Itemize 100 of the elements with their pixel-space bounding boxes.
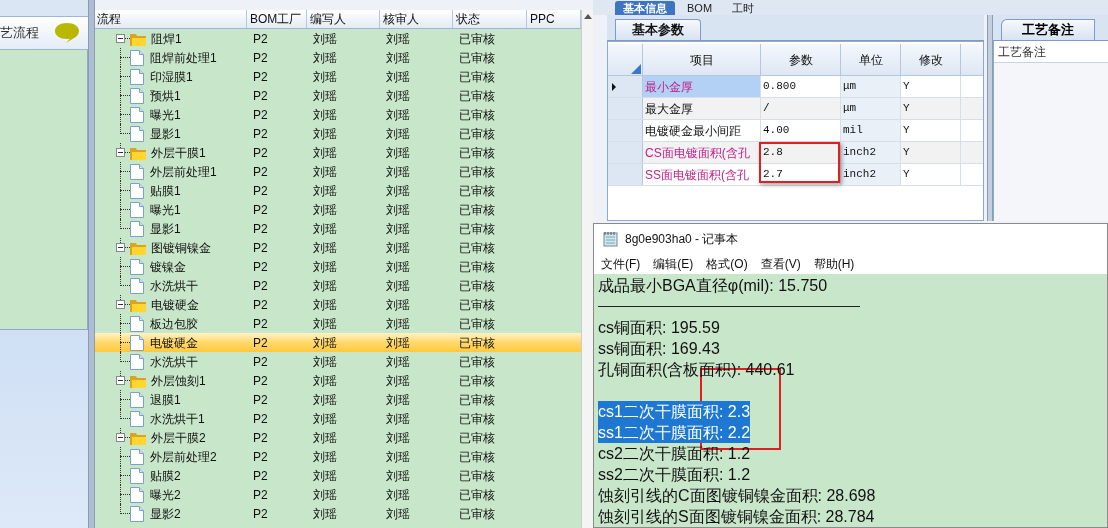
parameters-tab[interactable]: 基本参数 — [615, 19, 701, 40]
tree-row[interactable]: 曝光2 P2 刘瑶 刘瑶 已审核 — [95, 485, 581, 504]
tab[interactable]: 基本信息 — [615, 1, 675, 15]
tree-label[interactable]: 镀镍金 — [150, 257, 186, 276]
text-line: 蚀刻引线的C面图镀铜镍金面积: 28.698 — [598, 486, 876, 506]
collapse-icon[interactable] — [116, 34, 125, 43]
table-cell-text: 已审核 — [459, 30, 495, 48]
folder-icon — [130, 31, 146, 46]
menu-item[interactable]: 帮助(H) — [813, 254, 855, 273]
tree-label[interactable]: 曝光1 — [150, 200, 181, 219]
tree-row[interactable]: 水洗烘干1 P2 刘瑶 刘瑶 已审核 — [95, 409, 581, 428]
table-cell-text: P2 — [253, 372, 268, 390]
tree-row[interactable]: 板边包胶 P2 刘瑶 刘瑶 已审核 — [95, 314, 581, 333]
menu-item[interactable]: 编辑(E) — [653, 254, 694, 273]
tree-label[interactable]: 电镀硬金 — [151, 295, 199, 314]
tree-row[interactable]: 曝光1 P2 刘瑶 刘瑶 已审核 — [95, 105, 581, 124]
table-cell-text: 已审核 — [459, 239, 495, 257]
column-header[interactable]: 流程 — [95, 10, 247, 28]
tree-label[interactable]: 图镀铜镍金 — [151, 238, 211, 257]
column-header[interactable]: 修改 — [901, 44, 961, 75]
table-cell-text: 已审核 — [459, 220, 495, 238]
column-header[interactable]: 核审人 — [380, 10, 453, 28]
tree-label[interactable]: 显影2 — [150, 504, 181, 523]
table-cell-text: 刘瑶 — [313, 467, 337, 485]
table-cell-text: 刘瑶 — [313, 315, 337, 333]
folder-icon — [130, 297, 146, 312]
tree-row[interactable]: 水洗烘干 P2 刘瑶 刘瑶 已审核 — [95, 352, 581, 371]
tab[interactable]: 工时 — [724, 1, 763, 15]
tree-row[interactable]: 电镀硬金 P2 刘瑶 刘瑶 已审核 — [95, 333, 581, 352]
tree-row[interactable]: 阻焊前处理1 P2 刘瑶 刘瑶 已审核 — [95, 48, 581, 67]
tree-row[interactable]: 外层蚀刻1 P2 刘瑶 刘瑶 已审核 — [95, 371, 581, 390]
tree-label[interactable]: 贴膜1 — [150, 181, 181, 200]
tree-label[interactable]: 贴膜2 — [150, 466, 181, 485]
tree-row[interactable]: 水洗烘干 P2 刘瑶 刘瑶 已审核 — [95, 276, 581, 295]
select-all-icon[interactable] — [631, 64, 641, 74]
collapse-icon[interactable] — [116, 148, 125, 157]
tree-label[interactable]: 外层前处理1 — [150, 162, 217, 181]
folder-icon — [130, 430, 146, 445]
table-cell-text: 刘瑶 — [313, 296, 337, 314]
tree-row[interactable]: 退膜1 P2 刘瑶 刘瑶 已审核 — [95, 390, 581, 409]
column-header[interactable]: 状态 — [453, 10, 527, 28]
tree-row[interactable]: 图镀铜镍金 P2 刘瑶 刘瑶 已审核 — [95, 238, 581, 257]
tree-row[interactable]: 贴膜1 P2 刘瑶 刘瑶 已审核 — [95, 181, 581, 200]
tree-row[interactable]: 印湿膜1 P2 刘瑶 刘瑶 已审核 — [95, 67, 581, 86]
tree-label[interactable]: 阻焊1 — [151, 29, 182, 48]
table-cell-text: 刘瑶 — [386, 505, 410, 523]
tree-label[interactable]: 印湿膜1 — [150, 67, 193, 86]
notes-tab[interactable]: 工艺备注 — [1001, 19, 1095, 40]
tree-row[interactable]: 外层前处理2 P2 刘瑶 刘瑶 已审核 — [95, 447, 581, 466]
collapse-icon[interactable] — [116, 376, 125, 385]
tree-row[interactable]: 阻焊1 P2 刘瑶 刘瑶 已审核 — [95, 29, 581, 48]
tree-row[interactable]: 显影2 P2 刘瑶 刘瑶 已审核 — [95, 504, 581, 523]
tree-label[interactable]: 水洗烘干 — [150, 352, 198, 371]
tree-label[interactable]: 外层干膜2 — [151, 428, 206, 447]
tree-row[interactable]: 显影1 P2 刘瑶 刘瑶 已审核 — [95, 219, 581, 238]
table-cell-text: 已审核 — [459, 144, 495, 162]
folder-icon — [130, 240, 146, 255]
tree-row[interactable]: 外层干膜2 P2 刘瑶 刘瑶 已审核 — [95, 428, 581, 447]
column-header[interactable]: BOM工厂 — [247, 10, 307, 28]
tree-label[interactable]: 阻焊前处理1 — [150, 48, 217, 67]
menu-item[interactable]: 文件(F) — [601, 254, 641, 273]
tree-label[interactable]: 外层蚀刻1 — [151, 371, 206, 390]
tree-row[interactable]: 镀镍金 P2 刘瑶 刘瑶 已审核 — [95, 257, 581, 276]
menu-item[interactable]: 格式(O) — [706, 254, 748, 273]
table-cell-text: P2 — [253, 334, 268, 352]
tree-row[interactable]: 外层前处理1 P2 刘瑶 刘瑶 已审核 — [95, 162, 581, 181]
collapse-icon[interactable] — [116, 243, 125, 252]
column-header[interactable]: 单位 — [841, 44, 901, 75]
tree-row[interactable]: 曝光1 P2 刘瑶 刘瑶 已审核 — [95, 200, 581, 219]
table-cell-text: 已审核 — [459, 372, 495, 390]
table-cell-text: 已审核 — [459, 410, 495, 428]
tree-row[interactable]: 显影1 P2 刘瑶 刘瑶 已审核 — [95, 124, 581, 143]
tree-label[interactable]: 电镀硬金 — [150, 333, 198, 352]
tree-label[interactable]: 板边包胶 — [150, 314, 198, 333]
scroll-up-icon[interactable] — [583, 14, 592, 19]
table-cell-text: P2 — [253, 144, 268, 162]
tree-row[interactable]: 预烘1 P2 刘瑶 刘瑶 已审核 — [95, 86, 581, 105]
tree-label[interactable]: 水洗烘干1 — [150, 409, 205, 428]
tree-row[interactable]: 外层干膜1 P2 刘瑶 刘瑶 已审核 — [95, 143, 581, 162]
scrollbar[interactable] — [581, 10, 593, 528]
row-header[interactable] — [608, 76, 643, 97]
column-header[interactable]: 项目 — [643, 44, 761, 75]
tree-row[interactable]: 电镀硬金 P2 刘瑶 刘瑶 已审核 — [95, 295, 581, 314]
tree-label[interactable]: 水洗烘干 — [150, 276, 198, 295]
collapse-icon[interactable] — [116, 433, 125, 442]
tree-row[interactable]: 贴膜2 P2 刘瑶 刘瑶 已审核 — [95, 466, 581, 485]
tree-label[interactable]: 退膜1 — [150, 390, 181, 409]
tree-label[interactable]: 显影1 — [150, 219, 181, 238]
tree-label[interactable]: 预烘1 — [150, 86, 181, 105]
column-header[interactable]: 编写人 — [307, 10, 380, 28]
tree-label[interactable]: 外层干膜1 — [151, 143, 206, 162]
tree-label[interactable]: 外层前处理2 — [150, 447, 217, 466]
column-header[interactable]: 参数 — [761, 44, 841, 75]
tab[interactable]: BOM — [679, 1, 721, 15]
menu-item[interactable]: 查看(V) — [760, 254, 801, 273]
tree-label[interactable]: 曝光2 — [150, 485, 181, 504]
tree-label[interactable]: 曝光1 — [150, 105, 181, 124]
collapse-icon[interactable] — [116, 300, 125, 309]
tree-label[interactable]: 显影1 — [150, 124, 181, 143]
table-cell-text: 刘瑶 — [386, 334, 410, 352]
